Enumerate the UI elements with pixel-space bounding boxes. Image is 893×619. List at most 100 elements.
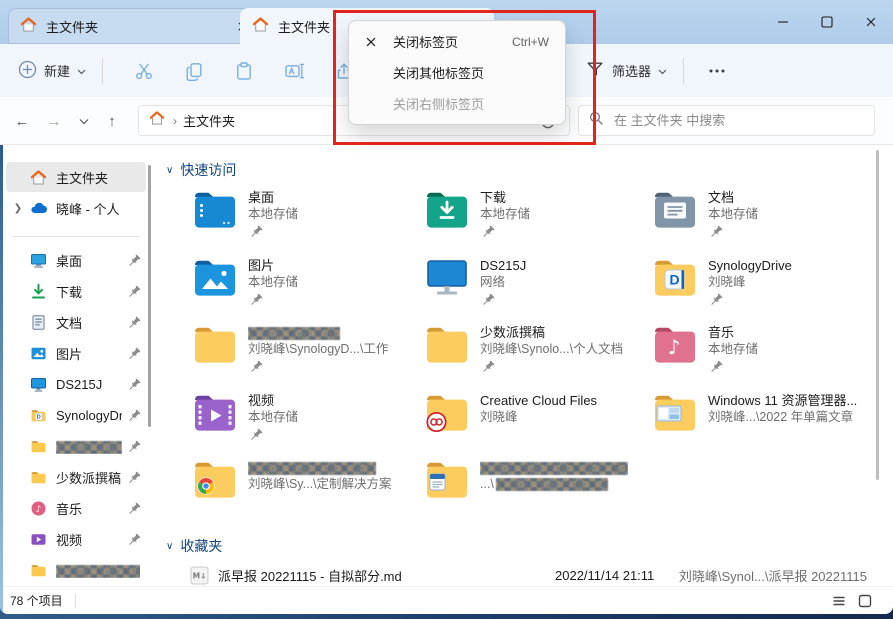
pin-icon xyxy=(126,470,140,484)
svg-text:M↓: M↓ xyxy=(193,571,207,580)
funnel-icon xyxy=(585,59,605,82)
pin-icon xyxy=(126,501,140,515)
sidebar-item-DS215J[interactable]: DS215J xyxy=(6,369,146,399)
quick-access-tile-图片[interactable]: 图片本地存储 xyxy=(192,256,424,324)
tile-path: 本地存储 xyxy=(708,341,758,358)
sidebar-item-label: 音乐 xyxy=(56,499,122,518)
sidebar-divider xyxy=(12,236,140,237)
markdown-file-icon: M↓ xyxy=(190,566,209,585)
new-button[interactable]: 新建 xyxy=(18,60,86,82)
tile-text: Creative Cloud Files刘晓峰 xyxy=(480,391,597,459)
sidebar-scrollbar[interactable] xyxy=(148,165,151,427)
sidebar-item-censored[interactable] xyxy=(6,555,146,585)
sidebar-item-label: 图片 xyxy=(56,344,122,363)
quick-access-tile-Windows 11 资源管理器...[interactable]: Windows 11 资源管理器...刘晓峰...\2022 年单篇文章 xyxy=(652,391,865,459)
sidebar-item-label: 视频 xyxy=(56,530,122,549)
folder-synology-icon: D xyxy=(652,256,698,302)
network-icon xyxy=(30,376,47,393)
folder-word-icon xyxy=(424,458,470,504)
sidebar-item-图片[interactable]: 图片 xyxy=(6,338,146,368)
folder-icon xyxy=(30,469,47,486)
desktop-icon xyxy=(30,252,47,269)
rename-button[interactable] xyxy=(269,53,319,89)
sidebar-item-censored[interactable] xyxy=(6,431,146,461)
menu-item-0[interactable]: 关闭标签页Ctrl+W xyxy=(349,26,565,57)
quick-access-tile-文档[interactable]: 文档本地存储 xyxy=(652,188,865,256)
search-box[interactable] xyxy=(578,105,875,136)
sidebar-item-少数派撰稿[interactable]: 少数派撰稿 xyxy=(6,462,146,492)
sidebar-item-音乐[interactable]: ♪音乐 xyxy=(6,493,146,523)
tab-home-1[interactable]: 主文件夹 xyxy=(8,8,260,44)
tile-path: 刘晓峰 xyxy=(480,409,597,426)
tile-path: 刘晓峰...\2022 年单篇文章 xyxy=(708,409,857,426)
folder-icon xyxy=(424,323,470,369)
window-controls xyxy=(761,0,893,44)
sidebar-item-晓峰 - 个人[interactable]: ❯晓峰 - 个人 xyxy=(6,193,146,223)
sidebar-item-桌面[interactable]: 桌面 xyxy=(6,245,146,275)
chevron-down-icon: ∨ xyxy=(166,165,173,176)
icon-view-button[interactable] xyxy=(855,591,875,611)
back-button[interactable]: ← xyxy=(10,109,34,133)
paste-button[interactable] xyxy=(219,53,269,89)
minimize-button[interactable] xyxy=(761,0,805,44)
recent-locations-chevron[interactable] xyxy=(72,109,96,133)
pin-icon xyxy=(480,224,530,239)
search-icon xyxy=(588,110,604,131)
tile-path: 刘晓峰\Synolo...\个人文档 xyxy=(480,341,623,358)
quick-access-tile-音乐[interactable]: ♪音乐本地存储 xyxy=(652,323,865,391)
filter-button[interactable]: 筛选器 xyxy=(585,59,667,82)
quick-access-tile-视频[interactable]: 视频本地存储 xyxy=(192,391,424,459)
search-input[interactable] xyxy=(612,112,865,129)
sidebar-item-label: SynologyDr xyxy=(56,408,122,423)
favorites-header[interactable]: ∨ 收藏夹 xyxy=(166,536,222,556)
tab-context-menu: 关闭标签页Ctrl+W 关闭其他标签页关闭右侧标签页 xyxy=(348,20,566,125)
up-button[interactable]: ↑ xyxy=(100,109,124,133)
sidebar-item-视频[interactable]: 视频 xyxy=(6,524,146,554)
list-view-button[interactable] xyxy=(829,591,849,611)
breadcrumb-separator: › xyxy=(173,114,177,128)
monitor-icon xyxy=(424,256,470,302)
pin-icon xyxy=(126,377,140,391)
sidebar-item-SynologyDr[interactable]: D SynologyDr xyxy=(6,400,146,430)
quick-access-tile-DS215J[interactable]: DS215J网络 xyxy=(424,256,652,324)
quick-access-tile-Creative Cloud Files[interactable]: Creative Cloud Files刘晓峰 xyxy=(424,391,652,459)
sidebar-item-下载[interactable]: 下载 xyxy=(6,276,146,306)
sidebar-item-label: 桌面 xyxy=(56,251,122,270)
tile-name: DS215J xyxy=(480,257,526,274)
forward-button[interactable]: → xyxy=(42,109,66,133)
file-date: 2022/11/14 21:11 xyxy=(555,568,654,583)
favorite-file-row[interactable]: M↓ 派早报 20221115 - 自拟部分.md 2022/11/14 21:… xyxy=(190,563,873,587)
folder-icon xyxy=(30,438,47,455)
quick-access-tile-下载[interactable]: 下载本地存储 xyxy=(424,188,652,256)
censored-text xyxy=(480,462,628,475)
quick-access-tile-censored-13[interactable]: ...\ xyxy=(424,458,652,526)
content-scrollbar[interactable] xyxy=(876,150,879,480)
documents-icon xyxy=(30,314,47,331)
pin-icon xyxy=(708,359,758,374)
expand-chevron-icon[interactable]: ❯ xyxy=(6,203,30,214)
menu-item-label: 关闭其他标签页 xyxy=(393,63,484,82)
menu-item-1[interactable]: 关闭其他标签页 xyxy=(349,57,565,88)
quick-access-tile-SynologyDrive[interactable]: D SynologyDrive刘晓峰 xyxy=(652,256,865,324)
breadcrumb: 主文件夹 xyxy=(183,111,235,130)
quick-access-tile-censored-6[interactable]: 刘晓峰\SynologyD...\工作 xyxy=(192,323,424,391)
copy-button[interactable] xyxy=(169,53,219,89)
pin-icon xyxy=(708,224,758,239)
file-name: 派早报 20221115 - 自拟部分.md xyxy=(218,566,402,585)
sidebar-item-主文件夹[interactable]: 主文件夹 xyxy=(6,162,146,192)
sidebar-item-文档[interactable]: 文档 xyxy=(6,307,146,337)
cut-button[interactable] xyxy=(119,53,169,89)
tile-path: 本地存储 xyxy=(248,409,298,426)
quick-access-tile-桌面[interactable]: 桌面本地存储 xyxy=(192,188,424,256)
svg-text:D: D xyxy=(37,414,41,420)
maximize-button[interactable] xyxy=(805,0,849,44)
pin-icon xyxy=(126,439,140,453)
tile-path: 本地存储 xyxy=(248,274,298,291)
quick-access-tile-censored-12[interactable]: 刘晓峰\Sy...\定制解决方案 xyxy=(192,458,424,526)
sidebar-item-label xyxy=(56,438,122,453)
quick-access-tile-少数派撰稿[interactable]: 少数派撰稿刘晓峰\Synolo...\个人文档 xyxy=(424,323,652,391)
quick-access-header[interactable]: ∨ 快速访问 xyxy=(166,160,236,180)
more-options-button[interactable] xyxy=(700,53,734,89)
menu-item-label: 关闭右侧标签页 xyxy=(393,94,484,113)
close-button[interactable] xyxy=(849,0,893,44)
